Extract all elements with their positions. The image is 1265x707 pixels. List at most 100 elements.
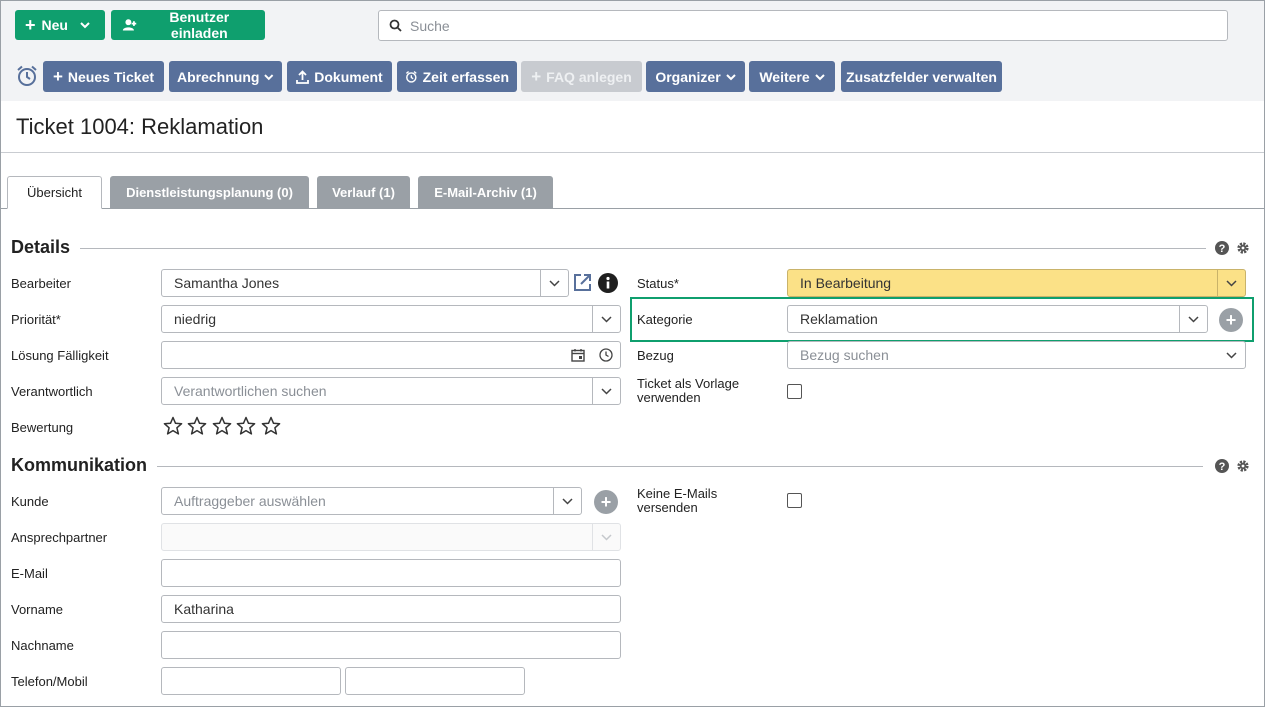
svg-text:?: ? [1219,243,1226,255]
rating-star-1-icon[interactable] [163,416,183,436]
category-value: Reklamation [800,311,878,327]
rating-star-2-icon[interactable] [187,416,207,436]
assignee-value: Samantha Jones [174,275,280,291]
mobile-field[interactable] [345,667,525,695]
customer-placeholder: Auftraggeber auswählen [174,493,326,509]
priority-select[interactable]: niedrig [161,305,621,333]
contact-label: Ansprechpartner [11,530,108,545]
firstname-label: Vorname [11,602,64,617]
chevron-down-icon[interactable] [1217,270,1245,296]
chevron-down-icon[interactable] [553,488,581,514]
alarm-clock-icon[interactable] [16,65,38,87]
page-title: Ticket 1004: Reklamation [16,114,264,139]
new-button[interactable]: + Neu [15,10,105,40]
communication-rule [11,466,1203,467]
category-label: Kategorie [637,312,693,327]
rating-star-5-icon[interactable] [261,416,281,436]
search-input[interactable] [410,17,1190,34]
customer-select[interactable]: Auftraggeber auswählen [161,487,582,515]
add-customer-button[interactable]: + [594,490,618,514]
help-icon[interactable]: ? [1215,241,1229,255]
gear-icon[interactable] [1236,241,1250,255]
status-label: Status* [637,276,679,291]
clock-icon[interactable] [599,348,613,362]
more-label: Weitere [759,68,810,85]
no-email-label: Keine E-Mails versenden [637,486,718,515]
organizer-label: Organizer [655,68,721,85]
responsible-select[interactable]: Verantwortlichen suchen [161,377,621,405]
tab-email-archive[interactable]: E-Mail-Archiv (1) [418,176,553,209]
billing-label: Abrechnung [177,68,260,85]
help-icon[interactable]: ? [1215,459,1229,473]
details-title: Details [11,237,81,258]
tab-history[interactable]: Verlauf (1) [317,176,410,209]
no-email-checkbox[interactable] [787,493,802,508]
chevron-down-icon[interactable] [592,306,620,332]
template-label: Ticket als Vorlage verwenden [637,376,740,405]
chevron-down-icon [814,73,825,80]
custom-fields-label: Zusatzfelder verwalten [846,68,997,85]
info-icon[interactable] [598,273,618,293]
billing-button[interactable]: Abrechnung [169,61,282,92]
priority-label: Priorität* [11,312,61,327]
lastname-field[interactable] [161,631,621,659]
tab-overview[interactable]: Übersicht [7,176,102,209]
communication-title: Kommunikation [11,455,158,476]
tab-service-planning[interactable]: Dienstleistungsplanung (0) [110,176,309,209]
chevron-down-icon[interactable] [540,270,568,296]
upload-icon [296,69,310,84]
chevron-down-icon[interactable] [1179,306,1207,332]
invite-user-label: Benutzer einladen [169,9,230,41]
new-ticket-button[interactable]: + Neues Ticket [43,61,164,92]
contact-select [161,523,621,551]
customer-label: Kunde [11,494,49,509]
due-label: Lösung Fälligkeit [11,348,109,363]
assignee-select[interactable]: Samantha Jones [161,269,569,297]
chevron-down-icon[interactable] [1217,342,1245,368]
document-label: Dokument [314,68,383,85]
responsible-placeholder: Verantwortlichen suchen [174,383,327,399]
time-tracking-button[interactable]: Zeit erfassen [397,61,517,92]
time-tracking-label: Zeit erfassen [422,68,509,85]
gear-icon[interactable] [1236,459,1250,473]
reference-select[interactable]: Bezug suchen [787,341,1246,369]
faq-label: FAQ anlegen [546,68,632,85]
invite-user-button[interactable]: Benutzer einladen [111,9,265,41]
phone-field[interactable] [161,667,341,695]
email-label: E-Mail [11,566,48,581]
add-category-button[interactable]: + [1219,308,1243,332]
lastname-label: Nachname [11,638,74,653]
external-link-icon[interactable] [573,273,592,292]
category-select[interactable]: Reklamation [787,305,1208,333]
reference-label: Bezug [637,348,674,363]
chevron-down-icon[interactable] [592,378,620,404]
alarm-clock-icon [405,70,417,83]
plus-icon: + [1225,310,1237,330]
custom-fields-button[interactable]: Zusatzfelder verwalten [841,61,1002,92]
svg-text:?: ? [1219,461,1226,473]
organizer-button[interactable]: Organizer [646,61,745,92]
chevron-down-icon [264,73,274,80]
email-field[interactable] [161,559,621,587]
template-checkbox[interactable] [787,384,802,399]
title-divider [1,152,1264,153]
plus-icon: + [25,15,36,35]
rating-star-4-icon[interactable] [236,416,256,436]
phone-label: Telefon/Mobil [11,674,88,689]
rating-star-3-icon[interactable] [212,416,232,436]
due-date-input[interactable] [161,341,621,369]
add-user-icon [122,19,137,31]
status-select[interactable]: In Bearbeitung [787,269,1246,297]
firstname-value: Katharina [174,601,234,617]
calendar-icon[interactable] [571,348,585,362]
document-button[interactable]: Dokument [287,61,392,92]
chevron-down-icon [592,524,620,550]
new-ticket-label: Neues Ticket [67,68,155,85]
faq-button: + FAQ anlegen [521,61,642,92]
plus-icon: + [600,492,612,512]
more-button[interactable]: Weitere [749,61,835,92]
rating-label: Bewertung [11,420,74,435]
firstname-field[interactable]: Katharina [161,595,621,623]
search-box[interactable] [378,10,1228,41]
status-value: In Bearbeitung [800,275,892,291]
